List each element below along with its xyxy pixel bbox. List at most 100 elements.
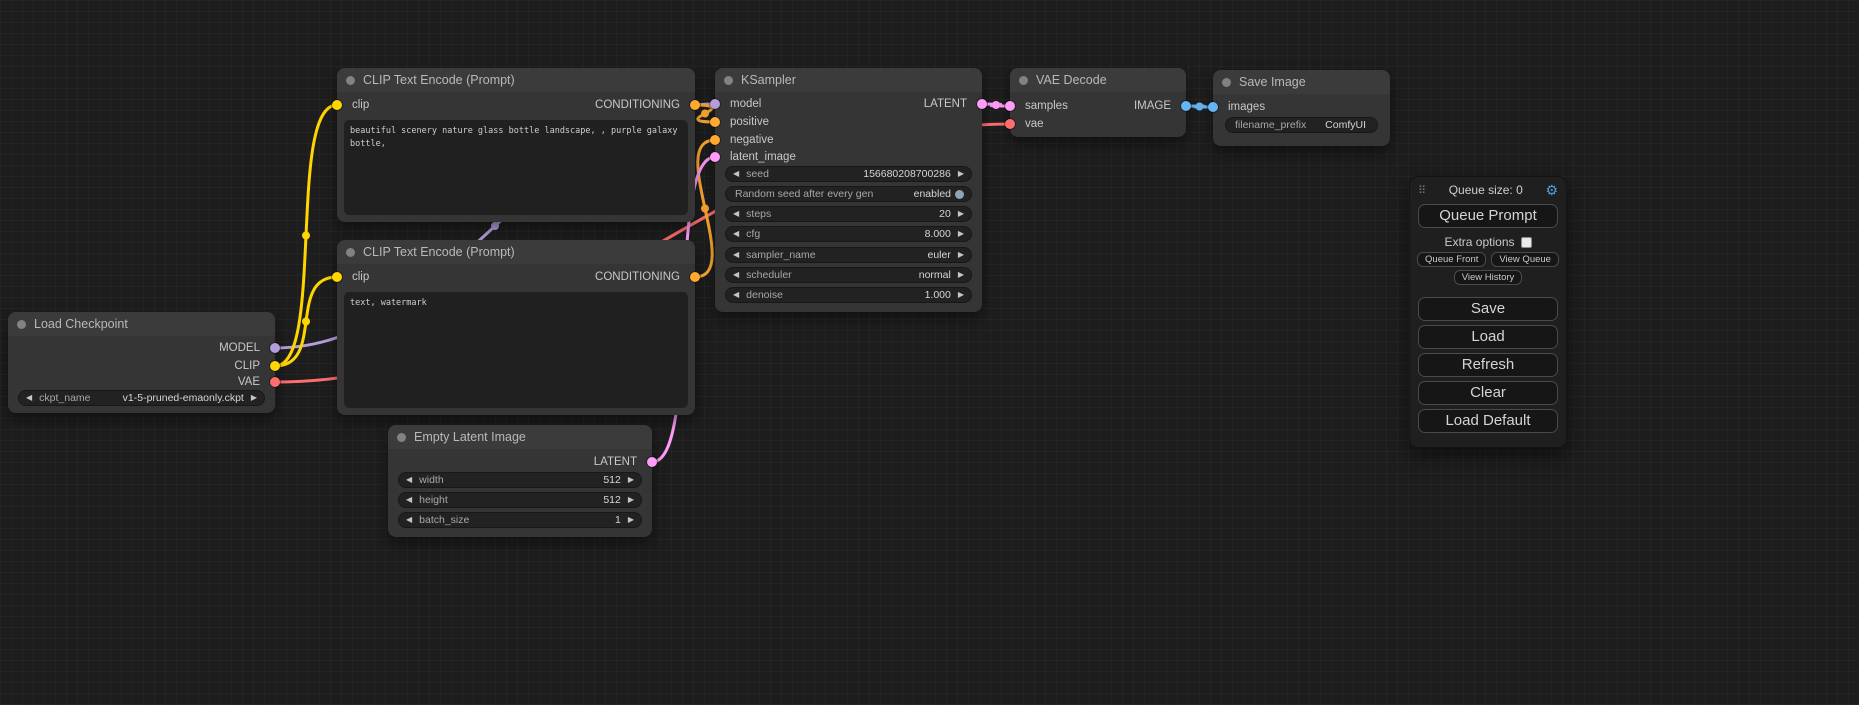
vae-output-dot[interactable] — [270, 377, 280, 387]
increment-arrow-icon[interactable]: ▶ — [958, 226, 964, 242]
decrement-arrow-icon[interactable]: ◀ — [406, 492, 412, 508]
decrement-arrow-icon[interactable]: ◀ — [733, 206, 739, 222]
queue-front-button[interactable]: Queue Front — [1417, 252, 1486, 267]
clear-button[interactable]: Clear — [1418, 381, 1558, 405]
clip-output-dot[interactable] — [270, 361, 280, 371]
output-slot-model[interactable]: MODEL — [219, 341, 275, 355]
batch-size-widget[interactable]: ◀ batch_size 1 ▶ — [398, 512, 642, 528]
increment-arrow-icon[interactable]: ▶ — [628, 492, 634, 508]
model-input-dot[interactable] — [710, 99, 720, 109]
sampler-name-widget[interactable]: ◀ sampler_name euler ▶ — [725, 247, 972, 263]
view-history-button[interactable]: View History — [1454, 270, 1523, 285]
collapse-dot-icon[interactable] — [1222, 78, 1231, 87]
input-slot-negative[interactable]: negative — [715, 133, 773, 147]
input-slot-model[interactable]: model — [715, 97, 761, 111]
input-slot-images[interactable]: images — [1213, 100, 1265, 114]
cfg-widget[interactable]: ◀ cfg 8.000 ▶ — [725, 226, 972, 242]
scheduler-widget[interactable]: ◀ scheduler normal ▶ — [725, 267, 972, 283]
decrement-arrow-icon[interactable]: ◀ — [733, 166, 739, 182]
node-load-checkpoint[interactable]: Load Checkpoint MODEL CLIP VAE ◀ ckpt_na… — [8, 312, 275, 413]
ckpt-name-widget[interactable]: ◀ ckpt_name v1-5-pruned-emaonly.ckpt ▶ — [18, 390, 265, 406]
image-output-dot[interactable] — [1181, 101, 1191, 111]
latent-input-dot[interactable] — [1005, 101, 1015, 111]
positive-prompt-textarea[interactable]: beautiful scenery nature glass bottle la… — [344, 120, 688, 215]
toggle-indicator-dot[interactable] — [955, 190, 964, 199]
node-title-bar[interactable]: Empty Latent Image — [388, 425, 652, 449]
node-title-bar[interactable]: CLIP Text Encode (Prompt) — [337, 240, 695, 264]
increment-arrow-icon[interactable]: ▶ — [958, 206, 964, 222]
increment-arrow-icon[interactable]: ▶ — [251, 390, 257, 406]
random-seed-toggle-widget[interactable]: Random seed after every gen enabled — [725, 186, 972, 202]
node-vae-decode[interactable]: VAE Decode samples vae IMAGE — [1010, 68, 1186, 137]
model-output-dot[interactable] — [270, 343, 280, 353]
increment-arrow-icon[interactable]: ▶ — [958, 287, 964, 303]
negative-prompt-textarea[interactable]: text, watermark — [344, 292, 688, 408]
increment-arrow-icon[interactable]: ▶ — [958, 247, 964, 263]
decrement-arrow-icon[interactable]: ◀ — [733, 287, 739, 303]
clip-input-dot[interactable] — [332, 100, 342, 110]
node-graph-canvas[interactable]: Load Checkpoint MODEL CLIP VAE ◀ ckpt_na… — [0, 0, 1859, 705]
output-slot-latent[interactable]: LATENT — [594, 455, 652, 469]
decrement-arrow-icon[interactable]: ◀ — [733, 226, 739, 242]
node-title-bar[interactable]: Save Image — [1213, 70, 1390, 94]
input-slot-clip[interactable]: clip — [337, 98, 369, 112]
latent-output-dot[interactable] — [647, 457, 657, 467]
input-slot-positive[interactable]: positive — [715, 115, 769, 129]
refresh-button[interactable]: Refresh — [1418, 353, 1558, 377]
height-widget[interactable]: ◀ height 512 ▶ — [398, 492, 642, 508]
width-widget[interactable]: ◀ width 512 ▶ — [398, 472, 642, 488]
decrement-arrow-icon[interactable]: ◀ — [26, 390, 32, 406]
collapse-dot-icon[interactable] — [1019, 76, 1028, 85]
node-empty-latent-image[interactable]: Empty Latent Image LATENT ◀ width 512 ▶ … — [388, 425, 652, 537]
image-input-dot[interactable] — [1208, 102, 1218, 112]
collapse-dot-icon[interactable] — [724, 76, 733, 85]
increment-arrow-icon[interactable]: ▶ — [628, 472, 634, 488]
seed-widget[interactable]: ◀ seed 156680208700286 ▶ — [725, 166, 972, 182]
input-slot-vae[interactable]: vae — [1010, 117, 1044, 131]
vae-input-dot[interactable] — [1005, 119, 1015, 129]
queue-prompt-button[interactable]: Queue Prompt — [1418, 204, 1558, 228]
extra-options-checkbox[interactable] — [1521, 237, 1532, 248]
input-slot-clip[interactable]: clip — [337, 270, 369, 284]
node-title-bar[interactable]: VAE Decode — [1010, 68, 1186, 92]
decrement-arrow-icon[interactable]: ◀ — [733, 247, 739, 263]
increment-arrow-icon[interactable]: ▶ — [628, 512, 634, 528]
output-slot-latent[interactable]: LATENT — [924, 97, 982, 111]
collapse-dot-icon[interactable] — [17, 320, 26, 329]
conditioning-input-dot[interactable] — [710, 135, 720, 145]
conditioning-output-dot[interactable] — [690, 100, 700, 110]
output-slot-conditioning[interactable]: CONDITIONING — [595, 270, 695, 284]
clip-input-dot[interactable] — [332, 272, 342, 282]
settings-gear-icon[interactable]: ⚙ — [1545, 183, 1558, 197]
node-clip-text-encode-negative[interactable]: CLIP Text Encode (Prompt) clip CONDITION… — [337, 240, 695, 415]
collapse-dot-icon[interactable] — [346, 248, 355, 257]
node-save-image[interactable]: Save Image images filename_prefix ComfyU… — [1213, 70, 1390, 146]
decrement-arrow-icon[interactable]: ◀ — [733, 267, 739, 283]
output-slot-conditioning[interactable]: CONDITIONING — [595, 98, 695, 112]
input-slot-samples[interactable]: samples — [1010, 99, 1068, 113]
save-button[interactable]: Save — [1418, 297, 1558, 321]
view-queue-button[interactable]: View Queue — [1491, 252, 1559, 267]
collapse-dot-icon[interactable] — [397, 433, 406, 442]
steps-widget[interactable]: ◀ steps 20 ▶ — [725, 206, 972, 222]
latent-input-dot[interactable] — [710, 152, 720, 162]
latent-output-dot[interactable] — [977, 99, 987, 109]
input-slot-latent-image[interactable]: latent_image — [715, 150, 796, 164]
node-title-bar[interactable]: Load Checkpoint — [8, 312, 275, 336]
node-clip-text-encode-positive[interactable]: CLIP Text Encode (Prompt) clip CONDITION… — [337, 68, 695, 222]
decrement-arrow-icon[interactable]: ◀ — [406, 472, 412, 488]
conditioning-output-dot[interactable] — [690, 272, 700, 282]
decrement-arrow-icon[interactable]: ◀ — [406, 512, 412, 528]
output-slot-clip[interactable]: CLIP — [234, 359, 275, 373]
load-button[interactable]: Load — [1418, 325, 1558, 349]
load-default-button[interactable]: Load Default — [1418, 409, 1558, 433]
increment-arrow-icon[interactable]: ▶ — [958, 267, 964, 283]
node-ksampler[interactable]: KSampler model positive negative latent_… — [715, 68, 982, 312]
output-slot-vae[interactable]: VAE — [238, 375, 275, 389]
collapse-dot-icon[interactable] — [346, 76, 355, 85]
conditioning-input-dot[interactable] — [710, 117, 720, 127]
node-title-bar[interactable]: KSampler — [715, 68, 982, 92]
drag-handle-icon[interactable]: ⠿ — [1418, 184, 1426, 197]
node-title-bar[interactable]: CLIP Text Encode (Prompt) — [337, 68, 695, 92]
increment-arrow-icon[interactable]: ▶ — [958, 166, 964, 182]
